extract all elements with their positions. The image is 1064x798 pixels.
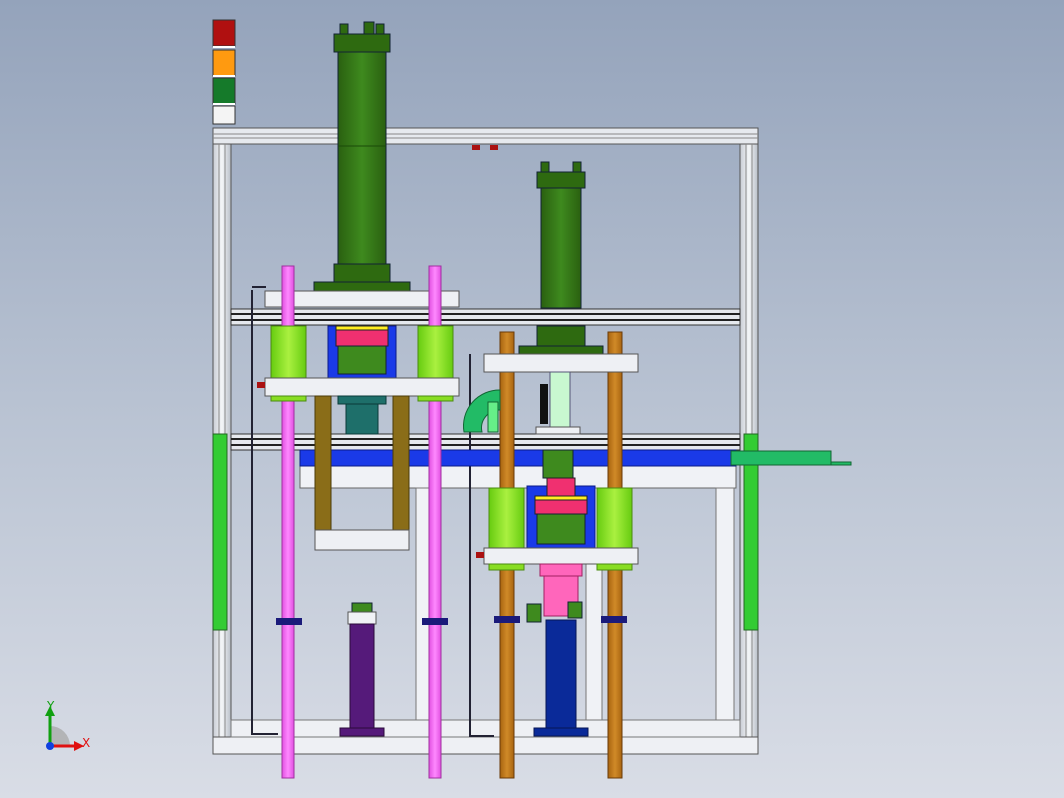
sensor xyxy=(257,382,265,388)
z-axis-dot xyxy=(46,742,54,750)
base-beam xyxy=(230,719,741,738)
tower-lamp-green xyxy=(212,77,236,105)
sensor xyxy=(472,145,480,150)
right-magenta-top xyxy=(546,477,576,497)
pink-punch xyxy=(539,563,583,577)
left-support-post xyxy=(339,602,385,737)
right-cylinder-barrel xyxy=(540,187,582,309)
cad-viewport[interactable]: X Y xyxy=(0,0,1064,798)
cylinder-barrel xyxy=(337,51,387,265)
tower-lamp-white xyxy=(212,105,236,125)
axis-triad: X Y xyxy=(38,700,102,760)
magenta-block xyxy=(335,329,389,347)
lower-mid-beam xyxy=(230,433,741,451)
tower-lamp-red xyxy=(212,19,236,47)
left-side-panel xyxy=(212,433,228,631)
left-lower-plate xyxy=(314,529,410,551)
purple-post xyxy=(349,623,375,729)
sensor xyxy=(476,552,484,558)
y-axis-label: Y xyxy=(47,699,55,713)
cylinder-head xyxy=(333,33,391,53)
conveyor-extension xyxy=(730,450,832,466)
right-mid-plate xyxy=(483,547,639,565)
press-machine-drawing xyxy=(212,19,852,779)
left-mid-plate xyxy=(264,377,460,397)
base-plate xyxy=(212,736,759,755)
left-press-cylinder xyxy=(313,21,411,293)
aluminum-frame xyxy=(212,127,759,755)
upper-mid-beam xyxy=(230,308,741,326)
right-top-plate xyxy=(483,353,639,373)
cylinder-flange xyxy=(333,263,391,283)
blue-table-plate xyxy=(299,449,737,467)
lower-table-frame xyxy=(299,465,737,489)
elbow-fitting xyxy=(463,389,501,433)
right-magenta-block xyxy=(534,499,588,515)
signal-tower xyxy=(212,19,236,125)
right-connector xyxy=(535,371,581,479)
sensor xyxy=(490,145,498,150)
navy-post xyxy=(545,619,577,729)
x-axis-label: X xyxy=(82,736,91,750)
work-table xyxy=(299,449,852,467)
tower-lamp-orange xyxy=(212,49,236,77)
right-support-post xyxy=(533,619,589,737)
top-beam xyxy=(212,127,759,145)
